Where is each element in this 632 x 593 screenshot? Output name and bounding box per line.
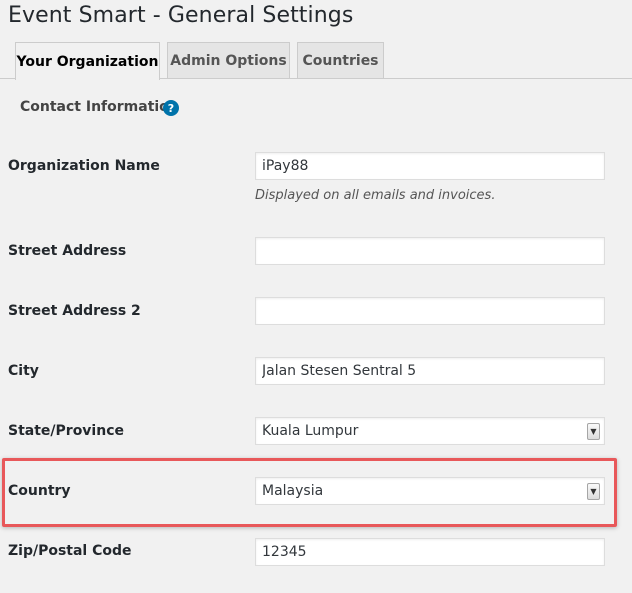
organization-name-input[interactable] [255,152,605,180]
country-value: Malaysia [262,483,324,499]
settings-tabs: Your Organization Admin Options Countrie… [0,42,632,80]
city-label: City [8,363,39,379]
dropdown-arrow-icon: ▼ [587,423,600,440]
city-input[interactable] [255,357,605,385]
help-icon[interactable]: ? [163,100,179,116]
tab-admin-options[interactable]: Admin Options [167,42,290,78]
street-address-2-input[interactable] [255,297,605,325]
organization-name-label: Organization Name [8,158,160,174]
tab-countries[interactable]: Countries [297,42,384,78]
street-address-label: Street Address [8,243,127,259]
zip-postal-code-label: Zip/Postal Code [8,543,132,559]
contact-information-heading: Contact Information [20,99,179,115]
country-label: Country [8,483,71,499]
street-address-2-label: Street Address 2 [8,303,141,319]
state-province-label: State/Province [8,423,124,439]
tab-your-organization[interactable]: Your Organization [15,42,160,80]
state-province-value: Kuala Lumpur [262,423,359,439]
page-title: Event Smart - General Settings [8,3,354,28]
state-province-select[interactable]: Kuala Lumpur ▼ [255,417,605,445]
zip-postal-code-input[interactable] [255,538,605,566]
dropdown-arrow-icon: ▼ [587,483,600,500]
country-select[interactable]: Malaysia ▼ [255,477,605,505]
street-address-input[interactable] [255,237,605,265]
organization-name-description: Displayed on all emails and invoices. [255,188,496,203]
